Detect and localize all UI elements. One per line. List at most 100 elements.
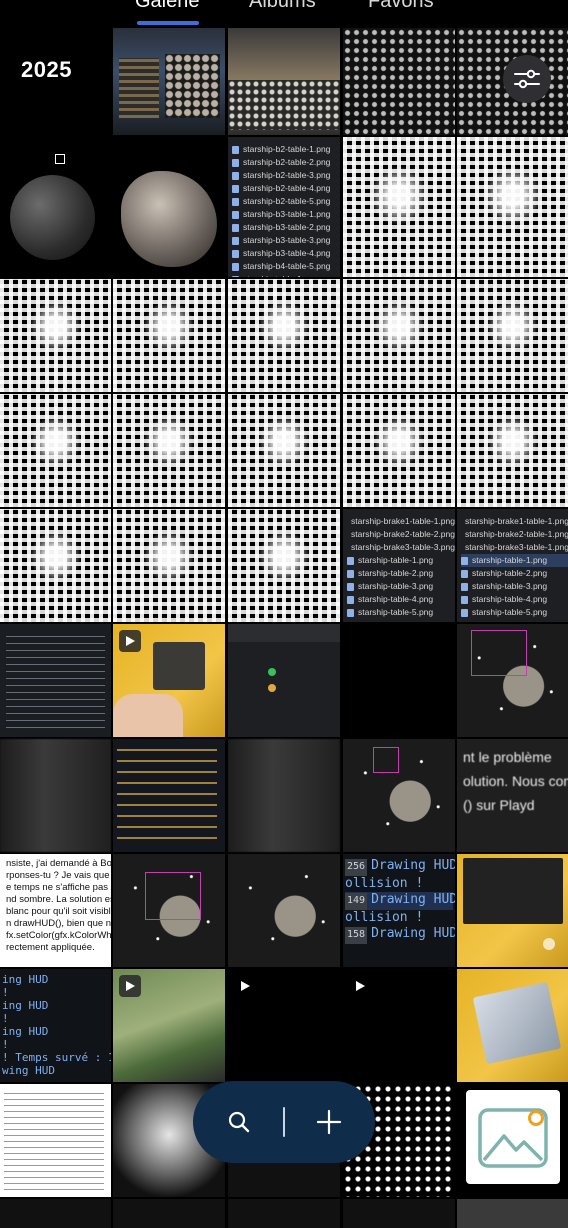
filter-button[interactable] bbox=[503, 55, 551, 103]
album-placeholder-card[interactable] bbox=[466, 1090, 560, 1184]
file-name: starship-table-3.png bbox=[358, 580, 433, 593]
photo-tile[interactable] bbox=[343, 1199, 455, 1228]
log-line-text: ollision ! bbox=[345, 910, 423, 925]
photo-tile[interactable]: starship-brake1-table-1.pngstarship-brak… bbox=[457, 509, 568, 622]
log-line: ing HUD bbox=[2, 973, 109, 986]
photo-tile[interactable] bbox=[0, 1199, 111, 1228]
search-button[interactable] bbox=[219, 1102, 259, 1142]
file-name: starship-b2-table-5.png bbox=[243, 195, 330, 208]
photo-tile[interactable] bbox=[113, 279, 225, 392]
file-list-item: starship-table-4.png bbox=[347, 593, 455, 606]
photo-tile[interactable] bbox=[343, 394, 455, 507]
tab-galerie[interactable]: Galerie bbox=[135, 0, 199, 13]
photo-tile[interactable] bbox=[113, 739, 225, 852]
photo-tile[interactable] bbox=[343, 739, 455, 852]
file-name: starship-table-1.png bbox=[472, 554, 547, 567]
file-list-item: starship-b3-table-4.png bbox=[232, 247, 340, 260]
file-icon bbox=[347, 609, 354, 617]
add-button[interactable] bbox=[309, 1102, 349, 1142]
photo-tile[interactable] bbox=[343, 624, 455, 737]
select-checkbox[interactable] bbox=[55, 154, 65, 164]
photo-tile[interactable] bbox=[228, 394, 340, 507]
photo-tile[interactable]: 256Drawing HUDollision !149Drawing HUDol… bbox=[343, 854, 455, 967]
photo-tile[interactable] bbox=[113, 969, 225, 1082]
photo-tile[interactable] bbox=[228, 28, 340, 135]
log-line-text: Drawing HUD bbox=[371, 926, 455, 941]
photo-tile[interactable] bbox=[457, 854, 568, 967]
file-list-item: starship-table-1.png bbox=[461, 554, 568, 567]
photo-tile[interactable] bbox=[457, 624, 568, 737]
file-icon bbox=[232, 237, 239, 245]
photo-tile[interactable]: nsiste, j'ai demandé à Bolt, il m'a p rp… bbox=[0, 854, 111, 967]
file-icon bbox=[232, 211, 239, 219]
file-list-item: starship-table-2.png bbox=[347, 567, 455, 580]
file-name: starship-table-4.png bbox=[472, 593, 547, 606]
tab-albums[interactable]: Albums bbox=[249, 0, 316, 13]
photo-tile[interactable] bbox=[113, 28, 225, 135]
photo-tile[interactable] bbox=[113, 1199, 225, 1228]
photo-tile[interactable] bbox=[0, 279, 111, 392]
photo-tile[interactable] bbox=[457, 279, 568, 392]
photo-tile[interactable] bbox=[343, 969, 455, 1082]
file-name: starship-brake1-table-1.png bbox=[465, 515, 568, 528]
photo-tile[interactable] bbox=[228, 739, 340, 852]
photo-tile[interactable] bbox=[113, 394, 225, 507]
photo-tile[interactable] bbox=[228, 969, 340, 1082]
file-list-item: starship-table-1.png bbox=[232, 273, 340, 277]
photo-tile[interactable]: starship-brake1-table-1.pngstarship-brak… bbox=[343, 509, 455, 622]
log-line: ollision ! bbox=[345, 910, 453, 927]
play-icon bbox=[239, 980, 251, 992]
tab-favoris[interactable]: Favoris bbox=[368, 0, 434, 13]
file-list-item: starship-b3-table-1.png bbox=[232, 208, 340, 221]
file-list-screenshot: starship-brake1-table-1.pngstarship-brak… bbox=[457, 509, 568, 622]
photo-tile[interactable] bbox=[228, 279, 340, 392]
photo-tile[interactable] bbox=[228, 624, 340, 737]
log-line: ! bbox=[2, 1012, 109, 1025]
file-list-item: starship-brake3-table-3.png bbox=[347, 541, 455, 554]
photo-tile[interactable] bbox=[0, 394, 111, 507]
blurred-text-screenshot: nt le problème olution. Nous com () sur … bbox=[457, 739, 568, 852]
photo-tile[interactable] bbox=[113, 509, 225, 622]
file-icon bbox=[347, 557, 354, 565]
log-line: 256Drawing HUD bbox=[345, 858, 453, 876]
photo-tile[interactable]: ing HUD!ing HUD!ing HUD!! Temps survé : … bbox=[0, 969, 111, 1082]
file-list-item: starship-table-1.png bbox=[347, 554, 455, 567]
play-icon bbox=[124, 980, 136, 992]
file-list-item: starship-b3-table-3.png bbox=[232, 234, 340, 247]
photo-tile[interactable] bbox=[228, 854, 340, 967]
photo-tile[interactable] bbox=[228, 1199, 340, 1228]
photo-tile[interactable] bbox=[113, 137, 225, 277]
file-icon bbox=[461, 583, 468, 591]
photo-tile[interactable] bbox=[0, 624, 111, 737]
photo-tile[interactable]: nt le problème olution. Nous com () sur … bbox=[457, 739, 568, 852]
file-list-item: starship-b2-table-4.png bbox=[232, 182, 340, 195]
photo-tile[interactable] bbox=[457, 969, 568, 1082]
file-icon bbox=[461, 609, 468, 617]
photo-tile[interactable] bbox=[343, 137, 455, 277]
file-icon bbox=[461, 557, 468, 565]
photo-tile[interactable] bbox=[457, 1199, 568, 1228]
photo-tile[interactable] bbox=[228, 509, 340, 622]
file-name: starship-b3-table-3.png bbox=[243, 234, 330, 247]
photo-grid: starship-b2-table-1.pngstarship-b2-table… bbox=[0, 28, 568, 1200]
file-list-item: starship-brake1-table-1.png bbox=[461, 515, 568, 528]
file-icon bbox=[232, 172, 239, 180]
photo-tile[interactable] bbox=[343, 279, 455, 392]
log-line: 149 Drawing HUD bbox=[345, 892, 453, 910]
photo-tile[interactable] bbox=[457, 394, 568, 507]
log-line-text: Drawing HUD bbox=[371, 892, 455, 907]
photo-tile[interactable] bbox=[113, 854, 225, 967]
play-icon bbox=[124, 635, 136, 647]
photo-tile[interactable] bbox=[0, 1084, 111, 1197]
photo-tile[interactable] bbox=[0, 739, 111, 852]
file-icon bbox=[232, 198, 239, 206]
photo-tile[interactable] bbox=[457, 137, 568, 277]
photo-tile[interactable]: starship-b2-table-1.pngstarship-b2-table… bbox=[228, 137, 340, 277]
year-header: 2025 bbox=[21, 57, 72, 83]
photo-tile[interactable] bbox=[113, 624, 225, 737]
photo-tile[interactable] bbox=[343, 28, 455, 135]
photo-tile[interactable] bbox=[0, 509, 111, 622]
file-list-item: starship-b2-table-2.png bbox=[232, 156, 340, 169]
video-badge bbox=[119, 975, 141, 997]
log-line-number: 149 bbox=[345, 893, 367, 910]
